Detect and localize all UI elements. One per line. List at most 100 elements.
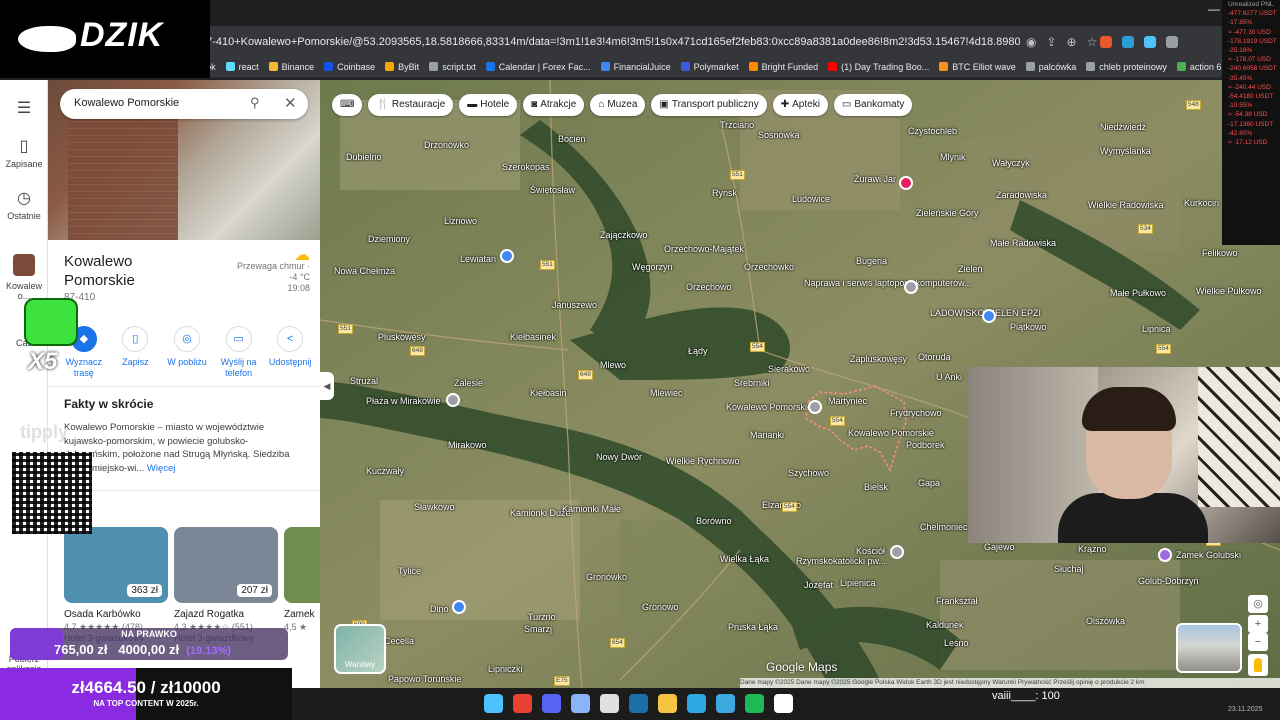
ccleaner-icon[interactable] xyxy=(687,694,706,713)
start-icon[interactable] xyxy=(484,694,503,713)
place-label[interactable]: Niedźwiedź xyxy=(1100,122,1146,132)
place-label[interactable]: Borówno xyxy=(696,516,732,526)
place-label[interactable]: Wymyślanka xyxy=(1100,146,1151,156)
place-label[interactable]: Olszówka xyxy=(1086,616,1125,626)
install-icon[interactable]: ⇪ xyxy=(1046,35,1056,49)
bookmark-item[interactable]: chleb proteinowy xyxy=(1086,62,1167,72)
place-label[interactable]: Frankształ xyxy=(936,596,978,606)
menu-button[interactable]: ☰ xyxy=(0,98,48,121)
place-label[interactable]: Smarzj xyxy=(524,624,552,634)
place-label[interactable]: Zieleń xyxy=(958,264,983,274)
place-label[interactable]: Kowalewo Pomorskie xyxy=(848,428,934,438)
location-icon[interactable]: ◉ xyxy=(1026,35,1036,49)
place-label[interactable]: Gajewo xyxy=(984,542,1015,552)
place-label[interactable]: Świętosław xyxy=(530,185,575,195)
place-label[interactable]: Sosnówka xyxy=(758,130,800,140)
bookmark-item[interactable]: Polymarket xyxy=(680,62,739,72)
place-label[interactable]: Kościół xyxy=(856,546,885,556)
address-bar[interactable]: 37-410+Kowalewo+Pomorskie/@53.2093565,18… xyxy=(200,31,1020,53)
poi-pin-icon[interactable] xyxy=(500,249,514,263)
action-button[interactable]: < Udostępnij xyxy=(264,326,316,379)
place-label[interactable]: Naprawa i serwis laptopów, komputerów... xyxy=(804,278,972,288)
place-label[interactable]: Łądy xyxy=(688,346,708,356)
place-label[interactable]: Małe Pułkowo xyxy=(1110,288,1166,298)
place-label[interactable]: Wielkie Rychnowo xyxy=(666,456,740,466)
place-label[interactable]: Zajączkowo xyxy=(600,230,648,240)
place-label[interactable]: Gronówko xyxy=(586,572,627,582)
recent-place-button[interactable]: Kowalew o... xyxy=(0,254,48,301)
place-label[interactable]: Bugeria xyxy=(856,256,887,266)
place-label[interactable]: Lipniczki xyxy=(488,664,523,674)
place-label[interactable]: Wałyczyk xyxy=(992,158,1030,168)
layers-button[interactable]: Warstwy xyxy=(334,624,386,674)
bookmark-item[interactable]: Calendar | Forex Fac... xyxy=(485,62,591,72)
place-label[interactable]: Bocień xyxy=(558,134,586,144)
explorer-icon[interactable] xyxy=(658,694,677,713)
place-label[interactable]: Gronowo xyxy=(642,602,679,612)
poi-pin-icon[interactable] xyxy=(904,280,918,294)
place-label[interactable]: Mlewo xyxy=(600,360,626,370)
place-label[interactable]: Wielkie Radowiska xyxy=(1088,200,1164,210)
chip-bankomaty[interactable]: ▭ Bankomaty xyxy=(833,94,913,116)
place-label[interactable]: Pluskowęsy xyxy=(378,332,426,342)
place-label[interactable]: Dubielno xyxy=(346,152,382,162)
place-label[interactable]: Lipnica xyxy=(1142,324,1171,334)
place-label[interactable]: Rynsk xyxy=(712,188,737,198)
place-label[interactable]: Zamek Golubski xyxy=(1176,550,1241,560)
place-label[interactable]: Nowy Dwór xyxy=(596,452,642,462)
place-label[interactable]: Turzno xyxy=(528,612,556,622)
place-label[interactable]: Mlewiec xyxy=(650,388,683,398)
place-label[interactable]: Piątkowo xyxy=(1010,322,1047,332)
place-label[interactable]: Kuczwały xyxy=(366,466,404,476)
chip-atrakcje[interactable]: ◙ Atrakcje xyxy=(523,94,585,116)
poi-pin-icon[interactable] xyxy=(452,600,466,614)
app-icon[interactable] xyxy=(774,694,793,713)
place-label[interactable]: Zieleńskie Góry xyxy=(916,208,979,218)
poi-pin-icon[interactable] xyxy=(890,545,904,559)
place-label[interactable]: Lewiatan xyxy=(460,254,496,264)
place-label[interactable]: Wielkie Pułkowo xyxy=(1196,286,1262,296)
zoom-out-button[interactable]: − xyxy=(1248,633,1268,651)
my-location-button[interactable]: ◎ xyxy=(1248,595,1268,613)
place-label[interactable]: Szychowo xyxy=(788,468,829,478)
place-label[interactable]: Dziemiony xyxy=(368,234,410,244)
star-icon[interactable]: ☆ xyxy=(1087,35,1098,49)
chip-restauracje[interactable]: 🍴 Restauracje xyxy=(368,94,454,116)
pegman-icon[interactable] xyxy=(1248,654,1268,676)
place-label[interactable]: Nowa Chełmża xyxy=(334,266,395,276)
chip-transport-publiczny[interactable]: ▣ Transport publiczny xyxy=(651,94,767,116)
chrome-icon[interactable] xyxy=(513,694,532,713)
discord-icon[interactable] xyxy=(542,694,561,713)
chip-apteki[interactable]: ✚ Apteki xyxy=(772,94,828,116)
action-button[interactable]: ▯ Zapisz xyxy=(110,326,162,379)
bookmark-item[interactable]: BTC Elliot wave xyxy=(939,62,1016,72)
place-label[interactable]: Lipienica xyxy=(840,578,876,588)
place-label[interactable]: Mirakowo xyxy=(448,440,487,450)
place-label[interactable]: Srebrniki xyxy=(734,378,770,388)
steam-icon[interactable] xyxy=(629,694,648,713)
chip-muzea[interactable]: ⌂ Muzea xyxy=(590,94,646,116)
action-button[interactable]: ◎ W pobliżu xyxy=(161,326,213,379)
place-label[interactable]: Drzonówko xyxy=(424,140,469,150)
place-label[interactable]: Bielsk xyxy=(864,482,888,492)
bookmark-item[interactable]: ByBit xyxy=(385,62,419,72)
bookmark-item[interactable]: react xyxy=(225,62,259,72)
place-label[interactable]: Papowo Toruńskie xyxy=(388,674,461,684)
puzzle-icon[interactable] xyxy=(1166,36,1178,48)
place-label[interactable]: Pruska Łąka xyxy=(728,622,778,632)
bookmark-item[interactable]: script.txt xyxy=(429,62,476,72)
saved-button[interactable]: ▯ Zapisane xyxy=(0,136,48,169)
notepad-icon[interactable] xyxy=(571,694,590,713)
place-label[interactable]: Liznowo xyxy=(444,216,477,226)
place-label[interactable]: Leśno xyxy=(944,638,969,648)
place-label[interactable]: Gapa xyxy=(918,478,940,488)
bookmark-item[interactable]: Bright Funded xyxy=(748,62,818,72)
place-label[interactable]: Józefat xyxy=(804,580,833,590)
close-icon[interactable]: ✕ xyxy=(284,94,297,112)
hotel-card[interactable]: Zamek 4,5 ★ xyxy=(284,527,320,657)
place-label[interactable]: Zalesie xyxy=(454,378,483,388)
place-label[interactable]: Orzechowo-Majątek xyxy=(664,244,744,254)
poi-pin-icon[interactable] xyxy=(1158,548,1172,562)
place-label[interactable]: Kamionki Małe xyxy=(562,504,621,514)
place-label[interactable]: Węgorzyn xyxy=(632,262,673,272)
